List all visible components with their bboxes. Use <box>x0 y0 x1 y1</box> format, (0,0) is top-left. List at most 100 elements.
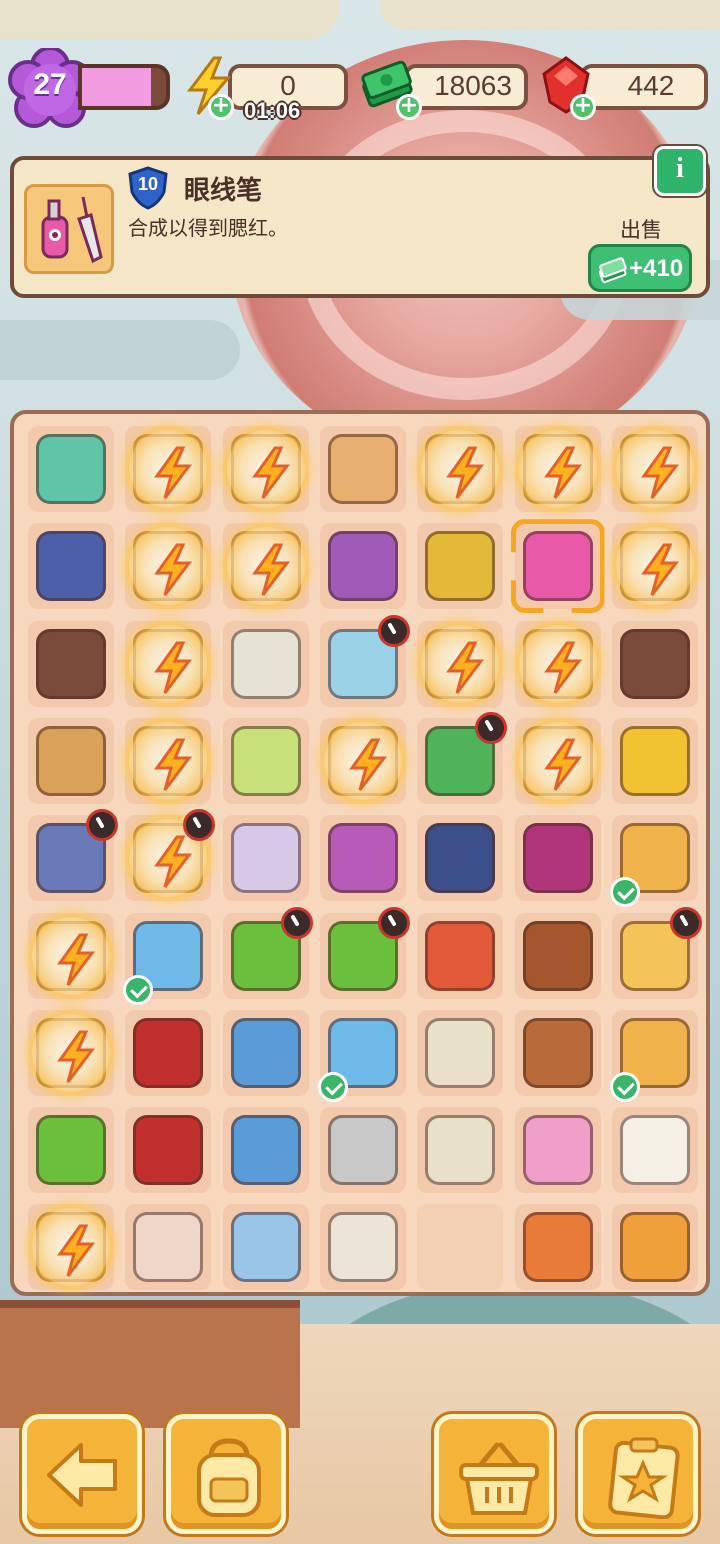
board-cell-seed-pouch[interactable] <box>319 1204 406 1291</box>
red-gloves-icon <box>133 1017 204 1088</box>
board-cell-gift-box-timer[interactable] <box>611 906 702 999</box>
lightning-icon <box>154 543 193 597</box>
add-energy-button[interactable]: + <box>208 94 234 120</box>
board-cell-takoyaki-check[interactable] <box>609 1009 698 1102</box>
lightning-icon <box>57 1030 95 1083</box>
locked-bubble-icon <box>32 1013 110 1092</box>
board-cell-lipstick[interactable] <box>514 815 601 902</box>
board-cell-magnifier[interactable] <box>222 1009 309 1096</box>
board-cell-bubble-dumpling[interactable] <box>514 426 601 512</box>
board-cell-sunglasses-check[interactable] <box>317 1009 406 1102</box>
item-name: 眼线笔 <box>184 176 263 206</box>
board-cell-eyeliner[interactable] <box>514 523 601 610</box>
board-cell-cupcake[interactable] <box>514 1107 601 1194</box>
sell-label: 出售 <box>620 218 662 242</box>
board-cell-red-gloves[interactable] <box>125 1009 212 1096</box>
board-cell-yellow-hat[interactable] <box>611 717 698 804</box>
add-gem-button[interactable]: + <box>570 94 596 120</box>
backpack-button[interactable] <box>166 1414 286 1534</box>
board-cell-barrier[interactable] <box>417 1009 504 1096</box>
board-cell-pencil[interactable] <box>222 815 309 902</box>
board-cell-bubble-ticket[interactable] <box>125 717 212 804</box>
board-cell-sunglasses-check[interactable] <box>123 912 212 1005</box>
locked-bubble-icon <box>226 527 305 606</box>
board-cell-lotion-bottle[interactable] <box>222 717 309 804</box>
board-cell-red-gloves[interactable] <box>125 1107 212 1194</box>
board-cell-girl-timer[interactable] <box>28 809 118 902</box>
board-cell-bubble-pie[interactable] <box>611 523 698 610</box>
board-cell-bubble-leaf[interactable] <box>514 620 601 707</box>
xp-progress-bar <box>78 64 170 110</box>
board-cell-bubble-cake[interactable] <box>222 426 309 512</box>
board-cell-microphone-timer[interactable] <box>417 711 508 804</box>
top-bar: 27 0 + 01:06 18063 + 442 + <box>0 0 720 130</box>
lightning-icon <box>543 641 582 694</box>
board-cell-bubble-burger[interactable] <box>125 523 212 610</box>
locked-bubble-icon <box>518 721 597 800</box>
newspaper-icon <box>230 628 301 699</box>
board-cell-mascara[interactable] <box>319 523 406 610</box>
board-cell-bubble-basket[interactable] <box>125 426 212 512</box>
board-cell-magnifier[interactable] <box>222 1107 309 1194</box>
board-cell-bathtub-timer[interactable] <box>319 614 410 707</box>
board-cell-danger-sign[interactable] <box>417 523 504 610</box>
board-cell-bubble-bag[interactable] <box>125 620 212 707</box>
board-cell-newspaper[interactable] <box>222 620 309 707</box>
board-cell-barrier[interactable] <box>417 1107 504 1194</box>
board-cell-bubble-red-box[interactable] <box>28 1204 114 1291</box>
board-cell-bubble-tv[interactable] <box>514 717 601 804</box>
board-cell-bubble-scroll[interactable] <box>319 717 406 804</box>
board-cell-bubble-carousel[interactable] <box>611 426 698 512</box>
cash-counter[interactable]: 18063 <box>404 64 528 110</box>
board-cell-jeep[interactable] <box>28 523 114 610</box>
gem-counter[interactable]: 442 <box>580 64 708 110</box>
locked-bubble-icon <box>421 624 500 703</box>
board-cell-apple-tree[interactable] <box>28 1107 114 1194</box>
mascara-icon <box>327 531 398 602</box>
board-cell-faded-magnifier[interactable] <box>222 1204 309 1291</box>
board-cell-bubble-egg[interactable] <box>222 523 309 610</box>
board-cell-bubble-tree[interactable] <box>28 1009 114 1096</box>
locked-bubble-icon <box>129 624 208 703</box>
board-cell-bubble-car-timer[interactable] <box>125 809 216 902</box>
add-cash-button[interactable]: + <box>396 94 422 120</box>
board-cell-ice-cream[interactable] <box>514 912 601 999</box>
lightning-icon <box>348 738 387 791</box>
basket-icon <box>459 1442 539 1515</box>
board-cell-wallet[interactable] <box>611 620 698 707</box>
board-cell-bag-pouch[interactable] <box>319 1107 406 1194</box>
faded-magnifier-icon <box>230 1212 301 1283</box>
board-cell-snack-pack[interactable] <box>514 1009 601 1096</box>
board-cell-takoyaki-check[interactable] <box>609 815 698 908</box>
orders-button[interactable] <box>578 1414 698 1534</box>
board-cell-empty[interactable] <box>417 1204 504 1291</box>
locked-bubble-icon <box>129 721 208 800</box>
board-cell-cake-box[interactable] <box>28 717 114 804</box>
basket-button[interactable] <box>434 1414 554 1534</box>
board-cell-steak-plate[interactable] <box>514 1204 601 1291</box>
faded-bottle-icon <box>133 1212 204 1283</box>
board-cell-wheel[interactable] <box>417 815 504 902</box>
board-cell-faded-bottle[interactable] <box>125 1204 212 1291</box>
board-cell-wallet[interactable] <box>28 620 114 707</box>
lightning-icon <box>446 446 485 499</box>
dumpling-plate-icon <box>619 1115 690 1186</box>
board-cell-first-aid-kit[interactable] <box>28 426 114 512</box>
info-button[interactable]: i <box>654 146 706 196</box>
wallet-icon <box>619 628 690 699</box>
board-cell-tree-timer[interactable] <box>222 906 313 999</box>
board-cell-dumpling-plate[interactable] <box>611 1107 698 1194</box>
board-cell-cherry-tree-bubble[interactable] <box>319 426 406 512</box>
board-cell-bubble-tree[interactable] <box>28 912 114 999</box>
board-cell-bubble-toast[interactable] <box>417 426 504 512</box>
board-cell-tree-timer[interactable] <box>319 906 410 999</box>
back-button[interactable] <box>22 1414 142 1534</box>
board-cell-bubble-tire[interactable] <box>417 620 504 707</box>
board-cell-hotpot[interactable] <box>417 912 504 999</box>
lightning-icon <box>251 446 290 499</box>
sell-button[interactable]: +410 <box>588 244 692 292</box>
hotpot-icon <box>425 920 496 991</box>
board-cell-eyeshadow-palette[interactable] <box>319 815 406 902</box>
board-cell-popsicle[interactable] <box>611 1204 698 1291</box>
wheel-icon <box>425 823 496 894</box>
